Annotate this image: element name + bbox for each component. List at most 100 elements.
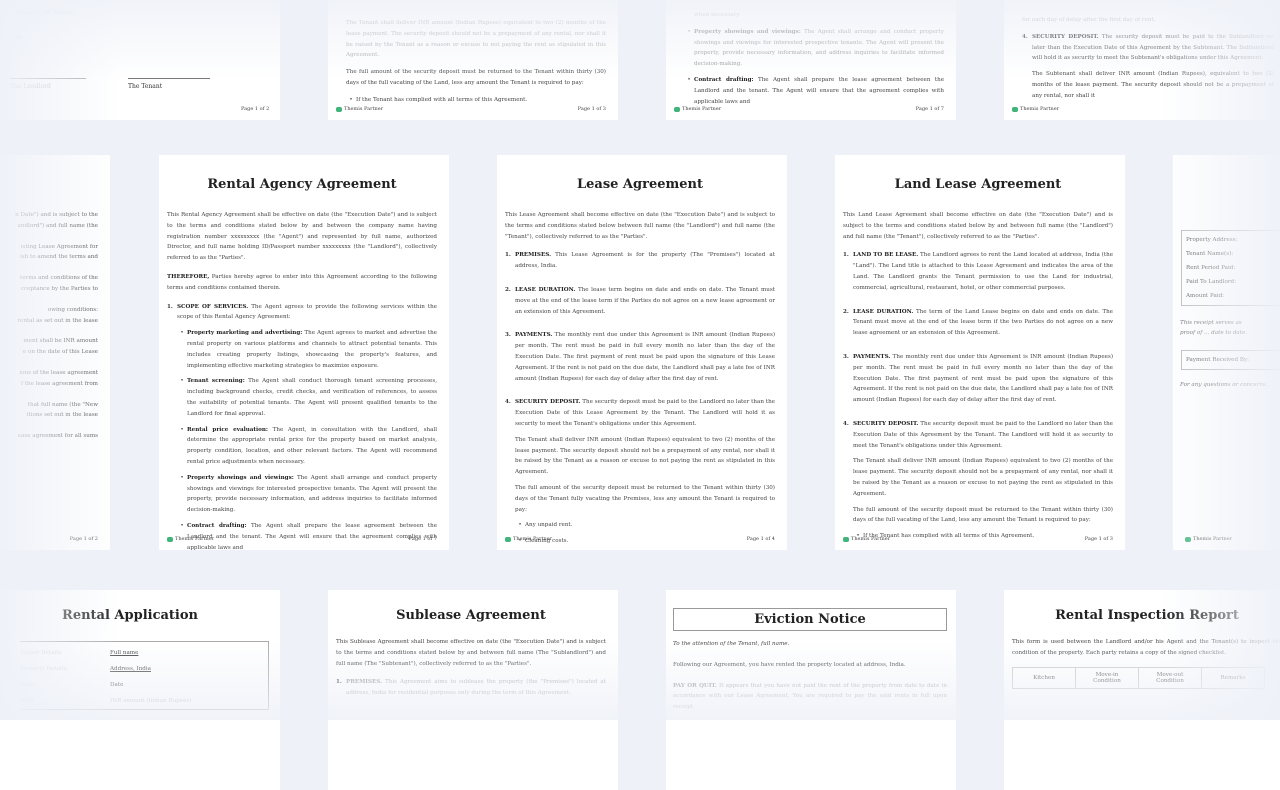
- document-thumbnail-inspection-report[interactable]: Rental Inspection Report This form is us…: [1004, 590, 1280, 790]
- intro-paragraph: This Sublease Agreement shall become eff…: [336, 639, 606, 667]
- page-footer: Themis Partner: [1173, 536, 1280, 542]
- doc-title: Land Lease Agreement: [894, 177, 1062, 192]
- text-line: cceptance by the Parties to: [20, 285, 98, 292]
- section-scope: 1. SCOPE OF SERVICES. The Agent agrees t…: [167, 302, 437, 550]
- doc-title: Lease Agreement: [576, 177, 703, 192]
- section: 1. LAND TO BE LEASE. The Landlord agrees …: [843, 252, 1114, 291]
- themis-logo-icon: [1185, 536, 1191, 542]
- document-thumbnail-land-lease-p2[interactable]: The Tenant shall deliver INR amount (Ind…: [328, 0, 618, 120]
- faded-date: Date: [10, 35, 24, 41]
- text-line: ions of the lease agreement: [19, 369, 98, 376]
- document-thumbnail-sublease-agreement[interactable]: Sublease Agreement This Sublease Agreeme…: [328, 590, 618, 790]
- document-thumbnail-sublease-p2[interactable]: for each day of delay after the first da…: [1004, 0, 1280, 120]
- signature-line-landlord: [10, 78, 86, 79]
- intro-paragraph: This form is used between the Landlord a…: [1012, 639, 1280, 656]
- signature-label-tenant: The Tenant: [128, 83, 163, 90]
- table-header-cell: Move-in Condition: [1075, 666, 1139, 689]
- section: 2. LEASE DURATION. The lease term begins …: [505, 286, 775, 315]
- page-footer: Themis Partner: [1004, 106, 1280, 112]
- document-thumbnail-rent-receipt[interactable]: Property Address: Tenant Name(s): Rent Per…: [1173, 155, 1280, 550]
- text-line: f the lease agreement from: [20, 380, 98, 387]
- themis-logo-icon: [843, 536, 849, 542]
- section: 2. LEASE DURATION. The term of the Land L…: [843, 308, 1113, 337]
- doc-title: Rental Inspection Report: [1055, 608, 1239, 623]
- application-row: Tenant Details: Full name: [20, 650, 139, 656]
- paragraph: Following our Agreement, you have rented…: [673, 661, 906, 668]
- page-number: Page 1 of 2: [241, 106, 270, 112]
- faded-text: ...behalf of the Parties: [10, 10, 73, 16]
- signature-line-tenant: [128, 78, 210, 79]
- section: 4. SECURITY DEPOSIT. The security deposi…: [1022, 33, 1274, 99]
- themis-logo-icon: [674, 106, 680, 112]
- page-footer: Page 1 of 2: [0, 536, 110, 542]
- list-item: • Property showings and viewings: The Age…: [180, 474, 437, 514]
- page-footer: Themis Partner Page 1 of 7: [666, 106, 956, 112]
- text-line: isting Lease Agreement for: [20, 243, 98, 250]
- document-thumbnail-rental-agency-agreement[interactable]: Rental Agency Agreement This Rental Agen…: [159, 155, 449, 550]
- page-footer: Themis Partner Page 1 of 3: [835, 536, 1125, 542]
- section: 1. PREMISES. This Lease Agreement is for …: [505, 252, 775, 270]
- table-header-cell: Remarks: [1201, 666, 1265, 689]
- page-number: Page 1 of 4: [746, 536, 775, 542]
- list-item: • Property marketing and advertising: The…: [180, 330, 437, 369]
- table-header-cell: Move-out Condition: [1138, 666, 1202, 689]
- text-line: ease agreement for all sums: [17, 433, 98, 440]
- text-line: ish to amend the terms and: [20, 254, 98, 261]
- document-thumbnail-lease-amendment[interactable]: nt n Date") and is subject to theandlord…: [0, 155, 110, 550]
- section: 4. SECURITY DEPOSIT. The security deposit…: [843, 419, 1113, 547]
- inspection-table: Kitchen Move-in Condition Move-out Conditi…: [1012, 666, 1265, 689]
- intro-paragraph: This Land Lease Agreement shall become e…: [843, 212, 1113, 240]
- document-thumbnail-land-lease-agreement[interactable]: Land Lease Agreement This Land Lease Agr…: [835, 155, 1125, 550]
- section: 3. PAYMENTS. The monthly rent due under t…: [505, 332, 775, 382]
- document-thumbnail-eviction-notice[interactable]: Eviction Notice To the attention of the …: [666, 590, 956, 790]
- section-premises: 1. PREMISES. This Agreement aims to subl…: [336, 679, 607, 697]
- document-thumbnail-rental-application[interactable]: Rental Application Tenant Details: Full n…: [0, 590, 280, 790]
- questions-note: For any questions or concerns...: [1180, 382, 1272, 388]
- themis-logo-icon: [336, 106, 342, 112]
- doc-title: Rental Agency Agreement: [207, 177, 397, 192]
- receipt-field-label: Paid To Landlord:: [1186, 279, 1236, 285]
- paragraph: The full amount of the security deposit …: [346, 69, 606, 86]
- receipt-field-label: Property Address:: [1186, 237, 1238, 243]
- section: 3. PAYMENTS. The monthly rent due under t…: [843, 353, 1113, 404]
- page-footer: Themis Partner Page 1 of 7: [159, 536, 449, 542]
- page-number: Page 1 of 3: [1084, 536, 1113, 542]
- paragraph: when necessary.: [694, 12, 741, 18]
- themis-logo-icon: [167, 536, 173, 542]
- text-line: ment shall be INR amount: [23, 338, 98, 345]
- doc-title: Eviction Notice: [754, 612, 866, 627]
- receipt-field-label: Rent Period Paid:: [1186, 265, 1236, 271]
- themis-logo-icon: [505, 536, 511, 542]
- document-thumbnail-signature-page[interactable]: ...behalf of the Parties Date The Landlo…: [0, 0, 280, 120]
- document-thumbnail-lease-agreement[interactable]: Lease Agreement This Lease Agreement sha…: [497, 155, 787, 550]
- list-item: • Contract drafting: The Agent shall prep…: [687, 76, 945, 105]
- receipt-table: Property Address: Tenant Name(s): Rent Per…: [1181, 230, 1280, 306]
- page-footer: Themis Partner Page 1 of 3: [328, 106, 618, 112]
- document-thumbnail-rental-agency-p-end[interactable]: when necessary. • Property showings and v…: [666, 0, 956, 120]
- doc-title: Sublease Agreement: [396, 608, 546, 623]
- doc-title: Rental Application: [62, 608, 198, 623]
- text-line: owing conditions:: [47, 306, 98, 313]
- table-header-cell: Kitchen: [1012, 666, 1076, 689]
- text-line: that full name (the "New: [27, 401, 98, 408]
- page-number: Page 1 of 3: [577, 106, 606, 112]
- text-line: terms and conditions of the: [20, 275, 98, 282]
- pay-or-quit: PAY OR QUIT. It appears that you have no…: [673, 682, 948, 711]
- text-line: itions set out in the lease: [26, 412, 98, 419]
- application-table: Tenant Details: Full name Property Details…: [20, 641, 269, 710]
- text-line: rental as set out in the lease: [17, 317, 98, 324]
- signature-label-landlord: The Landlord: [10, 83, 51, 90]
- list-item: • If the Tenant has complied with all ter…: [349, 96, 528, 103]
- section: 4. SECURITY DEPOSIT. The security deposit…: [505, 397, 775, 550]
- title-box: Eviction Notice: [673, 608, 947, 631]
- list-item: • Rental price evaluation: The Agent, in …: [180, 426, 437, 465]
- paragraph: The Tenant shall deliver INR amount (Ind…: [346, 20, 606, 59]
- page-number: Page 1 of 7: [915, 106, 944, 112]
- receipt-note: This receipt serves as proof of ... date…: [1180, 320, 1248, 336]
- text-line: andlord") and full name (the: [17, 222, 98, 229]
- page-number: Page 1 of 7: [408, 536, 437, 542]
- paragraph: for each day of delay after the first da…: [1022, 17, 1156, 23]
- themis-logo-icon: [1012, 106, 1018, 112]
- application-row: Property Details: Address, India: [20, 666, 151, 672]
- intro-paragraph: This Rental Agency Agreement shall be ef…: [167, 212, 437, 262]
